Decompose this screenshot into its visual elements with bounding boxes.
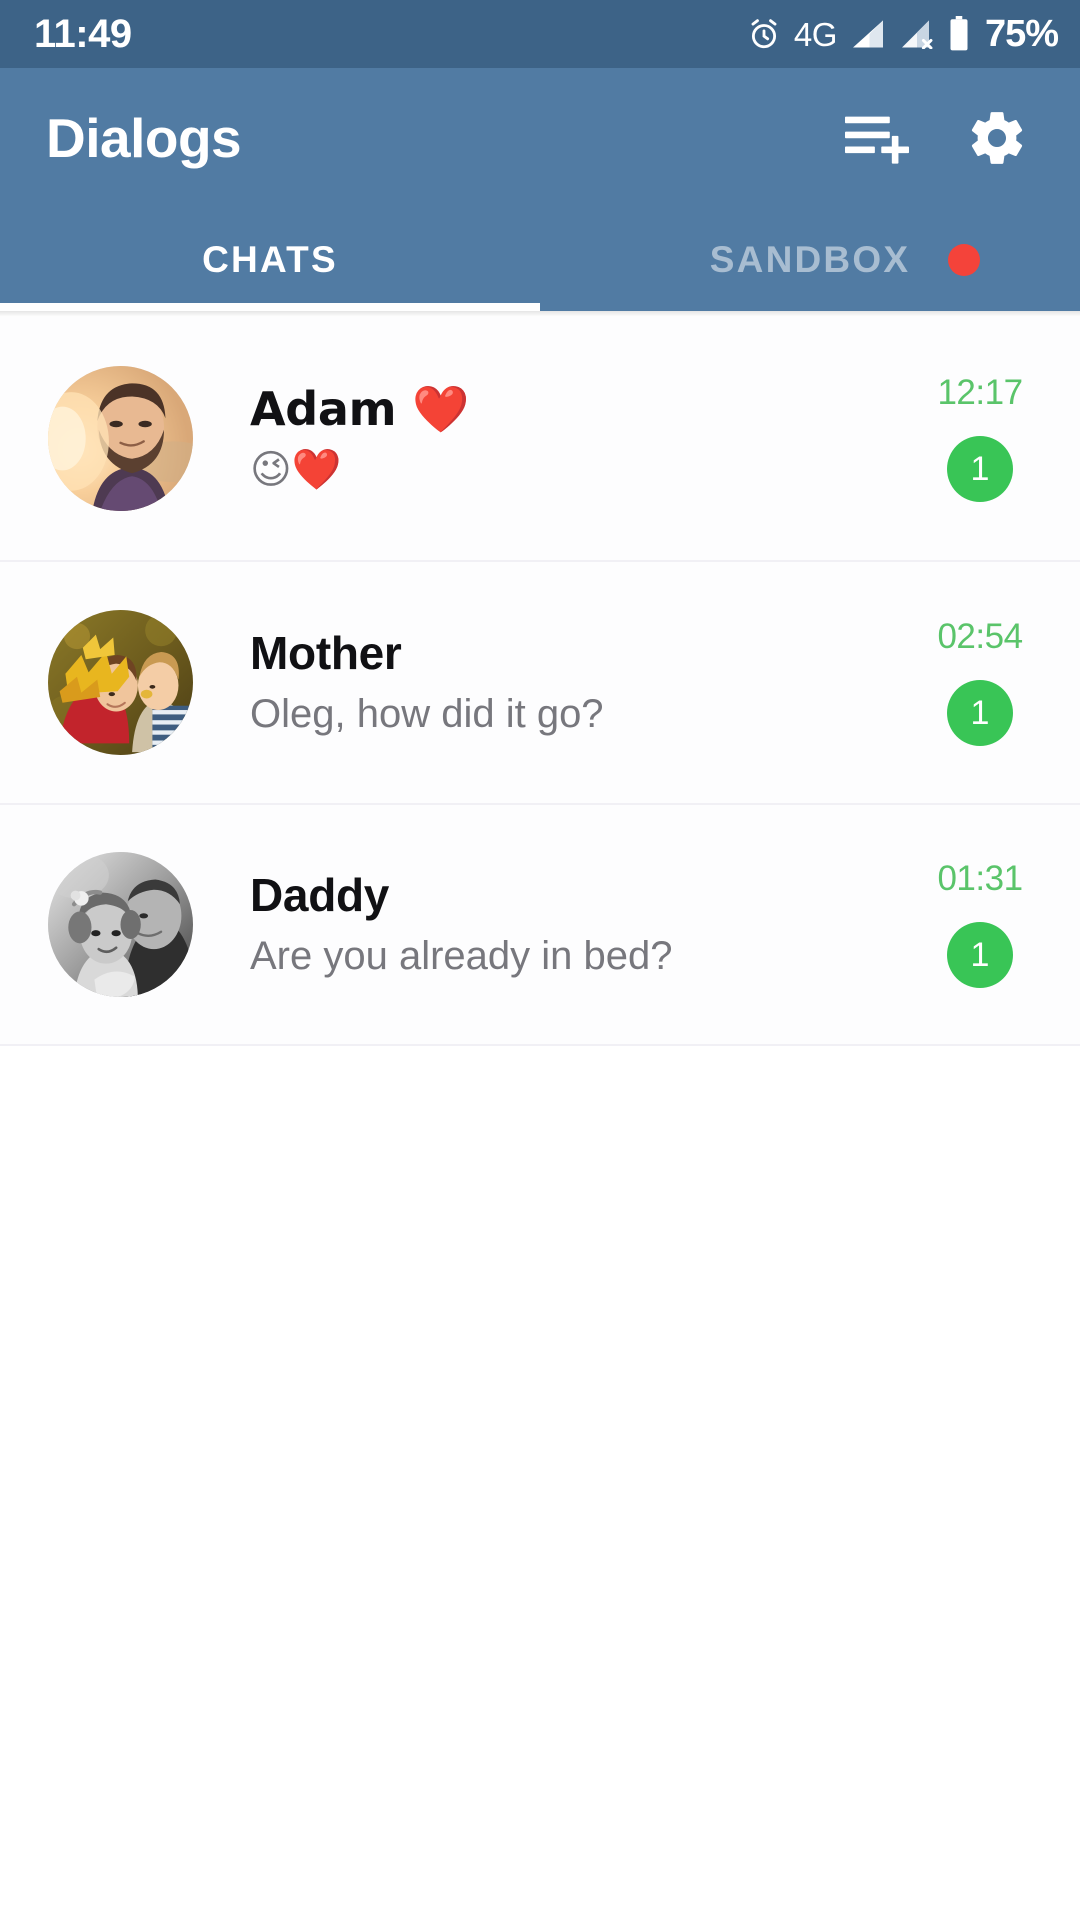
status-bar-clock: 11:49 [34, 12, 132, 56]
app-bar: Dialogs CHATS SANDBOX [0, 68, 1080, 311]
chat-timestamp: 12:17 [937, 373, 1023, 412]
chat-timestamp: 02:54 [937, 617, 1023, 656]
chat-text-block: Daddy Are you already in bed? [193, 870, 924, 979]
chat-meta: 02:54 1 [924, 619, 1036, 746]
signal-no-sim-icon [899, 19, 935, 49]
chat-text-block: Mother Oleg, how did it go? [193, 628, 924, 737]
network-type-label: 4G [793, 15, 838, 53]
chat-preview: 😉❤️ [250, 446, 342, 493]
battery-percent-label: 75% [984, 13, 1059, 55]
alarm-icon [747, 17, 781, 51]
tab-active-indicator [0, 303, 540, 311]
chat-timestamp: 01:31 [937, 859, 1023, 898]
unread-badge: 1 [947, 680, 1013, 746]
avatar-mother [48, 610, 193, 755]
new-chat-button[interactable] [842, 103, 912, 173]
chat-preview: Oleg, how did it go? [250, 691, 604, 736]
chat-name: Adam ❤️ [250, 384, 469, 435]
app-bar-top-row: Dialogs [0, 68, 1080, 208]
signal-full-icon [850, 19, 886, 49]
avatar-daddy [48, 852, 193, 997]
tab-sandbox-badge-dot [948, 243, 980, 276]
app-bar-actions [842, 103, 1032, 173]
unread-badge: 1 [947, 922, 1013, 988]
unread-badge: 1 [947, 436, 1013, 502]
tab-sandbox[interactable]: SANDBOX [540, 208, 1080, 311]
chat-meta: 01:31 1 [924, 861, 1036, 988]
status-bar-icons: 4G 75% [747, 13, 1059, 55]
chat-list: Adam ❤️ 😉❤️ 12:17 1 Mother Oleg, how did… [0, 317, 1080, 1046]
table-row[interactable]: Daddy Are you already in bed? 01:31 1 [0, 803, 1080, 1046]
table-row[interactable]: Mother Oleg, how did it go? 02:54 1 [0, 560, 1080, 803]
chat-name: Mother [250, 628, 402, 679]
gear-icon [966, 107, 1028, 169]
chat-meta: 12:17 1 [924, 375, 1036, 502]
page-title: Dialogs [46, 106, 242, 169]
tab-chats-label: CHATS [202, 239, 338, 280]
playlist-add-icon [845, 111, 909, 165]
avatar-adam [48, 366, 193, 511]
tab-bar: CHATS SANDBOX [0, 208, 1080, 311]
battery-icon [948, 16, 970, 52]
status-bar: 11:49 4G 75% [0, 0, 1080, 68]
tab-chats[interactable]: CHATS [0, 208, 540, 311]
chat-text-block: Adam ❤️ 😉❤️ [193, 384, 924, 493]
chat-name: Daddy [250, 870, 390, 921]
table-row[interactable]: Adam ❤️ 😉❤️ 12:17 1 [0, 317, 1080, 560]
settings-button[interactable] [962, 103, 1032, 173]
chat-preview: Are you already in bed? [250, 933, 673, 978]
tab-sandbox-label: SANDBOX [709, 239, 911, 280]
